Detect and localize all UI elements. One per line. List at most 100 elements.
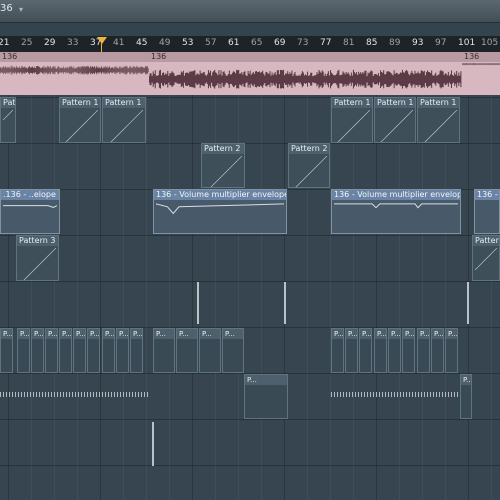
clip-label: .136 - ..elope <box>1 190 59 200</box>
ruler-tick: 73 <box>297 38 309 48</box>
pattern-clip[interactable]: P... <box>59 328 72 373</box>
note-marker[interactable] <box>467 282 469 324</box>
ruler-tick: 101 <box>458 38 476 48</box>
pattern-clip[interactable]: P... <box>222 328 244 373</box>
clip-label: P... <box>103 329 114 339</box>
automation-clip[interactable]: 136 - Volume multiplier envelope <box>331 189 461 234</box>
pattern-clip[interactable]: Pattern 1 <box>331 97 373 143</box>
clip-label: Pattern 1 <box>375 98 415 108</box>
pattern-clip[interactable]: Pattern 2 <box>288 143 330 188</box>
chevron-down-icon[interactable]: ▾ <box>19 5 23 14</box>
timeline-ruler[interactable]: 21 25 29 33 37 41 45 49 53 57 61 65 69 73 77 81 85 89 93 97… <box>0 36 500 52</box>
clip-label: P... <box>245 375 287 385</box>
pattern-clip[interactable]: P... <box>388 328 401 373</box>
clip-label: 136 <box>462 52 500 62</box>
clip-label: P... <box>432 329 443 339</box>
pattern-clip[interactable]: P... <box>31 328 44 373</box>
ruler-tick: 21 <box>0 38 10 48</box>
automation-ramp <box>377 110 413 143</box>
pattern-clip[interactable]: P... <box>244 374 288 419</box>
pattern-clip[interactable]: Pattern 3 <box>472 235 500 281</box>
clip-label: Pattern 1 <box>418 98 459 108</box>
clip-label: P... <box>346 329 357 339</box>
clip-label: P... <box>223 329 243 339</box>
ruler-tick: 29 <box>44 38 56 48</box>
pattern-clip[interactable]: P... <box>73 328 86 373</box>
toolbar-title[interactable]: 36 <box>0 3 13 14</box>
audio-clip[interactable]: 136 <box>0 52 149 95</box>
ruler-tick: 33 <box>67 38 79 48</box>
audio-clip[interactable]: 136 <box>462 52 500 95</box>
note-marker[interactable] <box>152 422 154 466</box>
clip-label: Pattern 1 <box>60 98 100 108</box>
clip-label: P... <box>177 329 197 339</box>
pattern-clip[interactable]: Pattern 1 <box>417 97 460 143</box>
pattern-clip[interactable]: P... <box>0 328 13 373</box>
clip-label: Pattern 3 <box>473 236 499 246</box>
waveform <box>149 69 462 89</box>
pattern-clip[interactable]: P... <box>153 328 175 373</box>
clip-label: Pattern 2 <box>289 144 329 154</box>
toolbar: 36 ▾ <box>0 0 500 23</box>
automation-ramp <box>420 110 457 143</box>
pattern-clip[interactable]: P... <box>374 328 387 373</box>
automation-clip[interactable]: 136 - Volume multiplier envelope <box>153 189 287 234</box>
automation-ramp <box>475 248 497 270</box>
playlist-tracks[interactable]: 136 136 136 Pattern 1 Pattern 1 Pattern … <box>0 52 500 500</box>
pattern-clip[interactable]: P... <box>345 328 358 373</box>
pattern-clip[interactable]: P... <box>130 328 143 373</box>
clip-label: P... <box>1 329 12 339</box>
pattern-clip[interactable]: P... <box>45 328 58 373</box>
pattern-clip[interactable]: P... <box>176 328 198 373</box>
pattern-clip[interactable]: Pattern 1 <box>102 97 146 143</box>
clip-label: P... <box>88 329 99 339</box>
clip-label: P... <box>32 329 43 339</box>
pattern-clip[interactable]: P... <box>87 328 100 373</box>
automation-clip[interactable]: 136 - <box>474 189 500 234</box>
ruler-tick: 53 <box>182 38 194 48</box>
audio-clip[interactable]: 136 <box>149 52 462 95</box>
clip-label: P... <box>18 329 29 339</box>
clip-label: P... <box>403 329 414 339</box>
ruler-tick: 49 <box>159 38 171 48</box>
waveform <box>0 65 149 75</box>
pattern-clip[interactable]: Pattern 2 <box>201 143 245 188</box>
pattern-clip[interactable]: P... <box>460 374 472 419</box>
playhead-marker-icon[interactable] <box>97 37 107 44</box>
playhead-line <box>101 43 102 52</box>
clip-label: P... <box>375 329 386 339</box>
pattern-clip[interactable]: P... <box>199 328 221 373</box>
envelope-curve <box>334 202 458 231</box>
clip-label: P... <box>117 329 128 339</box>
pattern-clip[interactable]: Pattern 3 <box>16 235 59 281</box>
pattern-clip[interactable]: Pattern 1 <box>59 97 101 143</box>
automation-ramp <box>204 156 242 188</box>
ruler-tick: 93 <box>412 38 424 48</box>
pattern-clip[interactable]: P... <box>417 328 430 373</box>
clip-label: Pattern 1 <box>103 98 145 108</box>
automation-clip[interactable]: .136 - ..elope <box>0 189 60 234</box>
clip-label: P... <box>154 329 174 339</box>
note-marker[interactable] <box>284 282 286 324</box>
pattern-clip[interactable]: P... <box>359 328 372 373</box>
pattern-clip[interactable]: Pattern 1 <box>374 97 416 143</box>
pattern-clip[interactable]: P... <box>445 328 458 373</box>
note-marker[interactable] <box>197 282 199 324</box>
automation-ramp <box>291 156 327 188</box>
pattern-clip[interactable]: P... <box>431 328 444 373</box>
clip-label: Pattern 2 <box>202 144 244 154</box>
pattern-clip[interactable]: P... <box>116 328 129 373</box>
pattern-clip[interactable]: Pattern 1 <box>0 97 16 143</box>
automation-ramp <box>105 110 143 143</box>
pattern-clip[interactable]: P... <box>17 328 30 373</box>
ruler-tick: 105 <box>481 38 499 48</box>
automation-ramp <box>334 110 370 143</box>
note-strip <box>331 392 462 397</box>
pattern-clip[interactable]: P... <box>331 328 344 373</box>
clip-label: 136 - Volume multiplier envelope <box>154 190 286 200</box>
ruler-tick: 57 <box>205 38 217 48</box>
pattern-clip[interactable]: P... <box>102 328 115 373</box>
clip-label: 136 - Volume multiplier envelope <box>332 190 460 200</box>
clip-label: Pattern 1 <box>332 98 372 108</box>
pattern-clip[interactable]: P... <box>402 328 415 373</box>
